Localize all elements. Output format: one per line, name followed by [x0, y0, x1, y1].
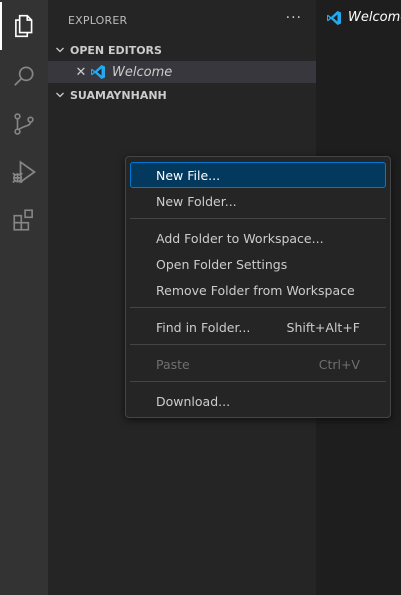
source-control-icon[interactable] [0, 100, 48, 148]
open-editor-label: Welcome [112, 64, 173, 80]
menu-item-paste: Paste Ctrl+V [130, 351, 386, 377]
tab-welcome[interactable]: Welcome [316, 0, 401, 35]
context-menu: New File... New Folder... Add Folder to … [125, 156, 391, 418]
search-icon[interactable] [0, 52, 48, 100]
menu-item-new-folder[interactable]: New Folder... [130, 188, 386, 214]
menu-item-label: Find in Folder... [156, 319, 251, 335]
menu-item-shortcut: Shift+Alt+F [286, 319, 360, 335]
menu-separator [130, 381, 386, 382]
vscode-icon [326, 10, 342, 26]
menu-item-download[interactable]: Download... [130, 388, 386, 414]
menu-item-label: Open Folder Settings [156, 256, 288, 272]
sidebar-title: EXPLORER [68, 14, 128, 27]
menu-item-shortcut: Ctrl+V [318, 356, 360, 372]
menu-item-label: Add Folder to Workspace... [156, 230, 324, 246]
menu-item-add-folder-to-workspace[interactable]: Add Folder to Workspace... [130, 225, 386, 251]
menu-separator [130, 307, 386, 308]
open-editors-label: OPEN EDITORS [70, 43, 162, 57]
menu-item-new-file[interactable]: New File... [130, 162, 386, 188]
more-actions-icon[interactable]: ··· [286, 10, 302, 26]
open-editor-item-welcome[interactable]: ✕ Welcome [48, 61, 316, 83]
menu-item-label: New Folder... [156, 193, 237, 209]
tab-label: Welcome [348, 10, 401, 25]
menu-item-remove-folder-from-workspace[interactable]: Remove Folder from Workspace [130, 277, 386, 303]
menu-item-label: Download... [156, 393, 231, 409]
activity-bar [0, 0, 48, 595]
menu-item-open-folder-settings[interactable]: Open Folder Settings [130, 251, 386, 277]
chevron-down-icon [50, 90, 70, 100]
menu-item-label: New File... [156, 167, 221, 183]
close-icon[interactable]: ✕ [74, 65, 88, 80]
menu-separator [130, 218, 386, 219]
extensions-icon[interactable] [0, 196, 48, 244]
tab-bar: Welcome [316, 0, 401, 35]
menu-item-find-in-folder[interactable]: Find in Folder... Shift+Alt+F [130, 314, 386, 340]
folder-label: SUAMAYNHANH [70, 88, 167, 102]
chevron-down-icon [50, 45, 70, 55]
files-icon[interactable] [0, 2, 48, 50]
folder-header[interactable]: SUAMAYNHANH [48, 84, 316, 106]
open-editors-header[interactable]: OPEN EDITORS [48, 39, 316, 61]
vscode-icon [90, 64, 106, 80]
menu-item-label: Paste [156, 356, 190, 372]
menu-item-label: Remove Folder from Workspace [156, 282, 355, 298]
run-debug-icon[interactable] [0, 148, 48, 196]
menu-separator [130, 344, 386, 345]
